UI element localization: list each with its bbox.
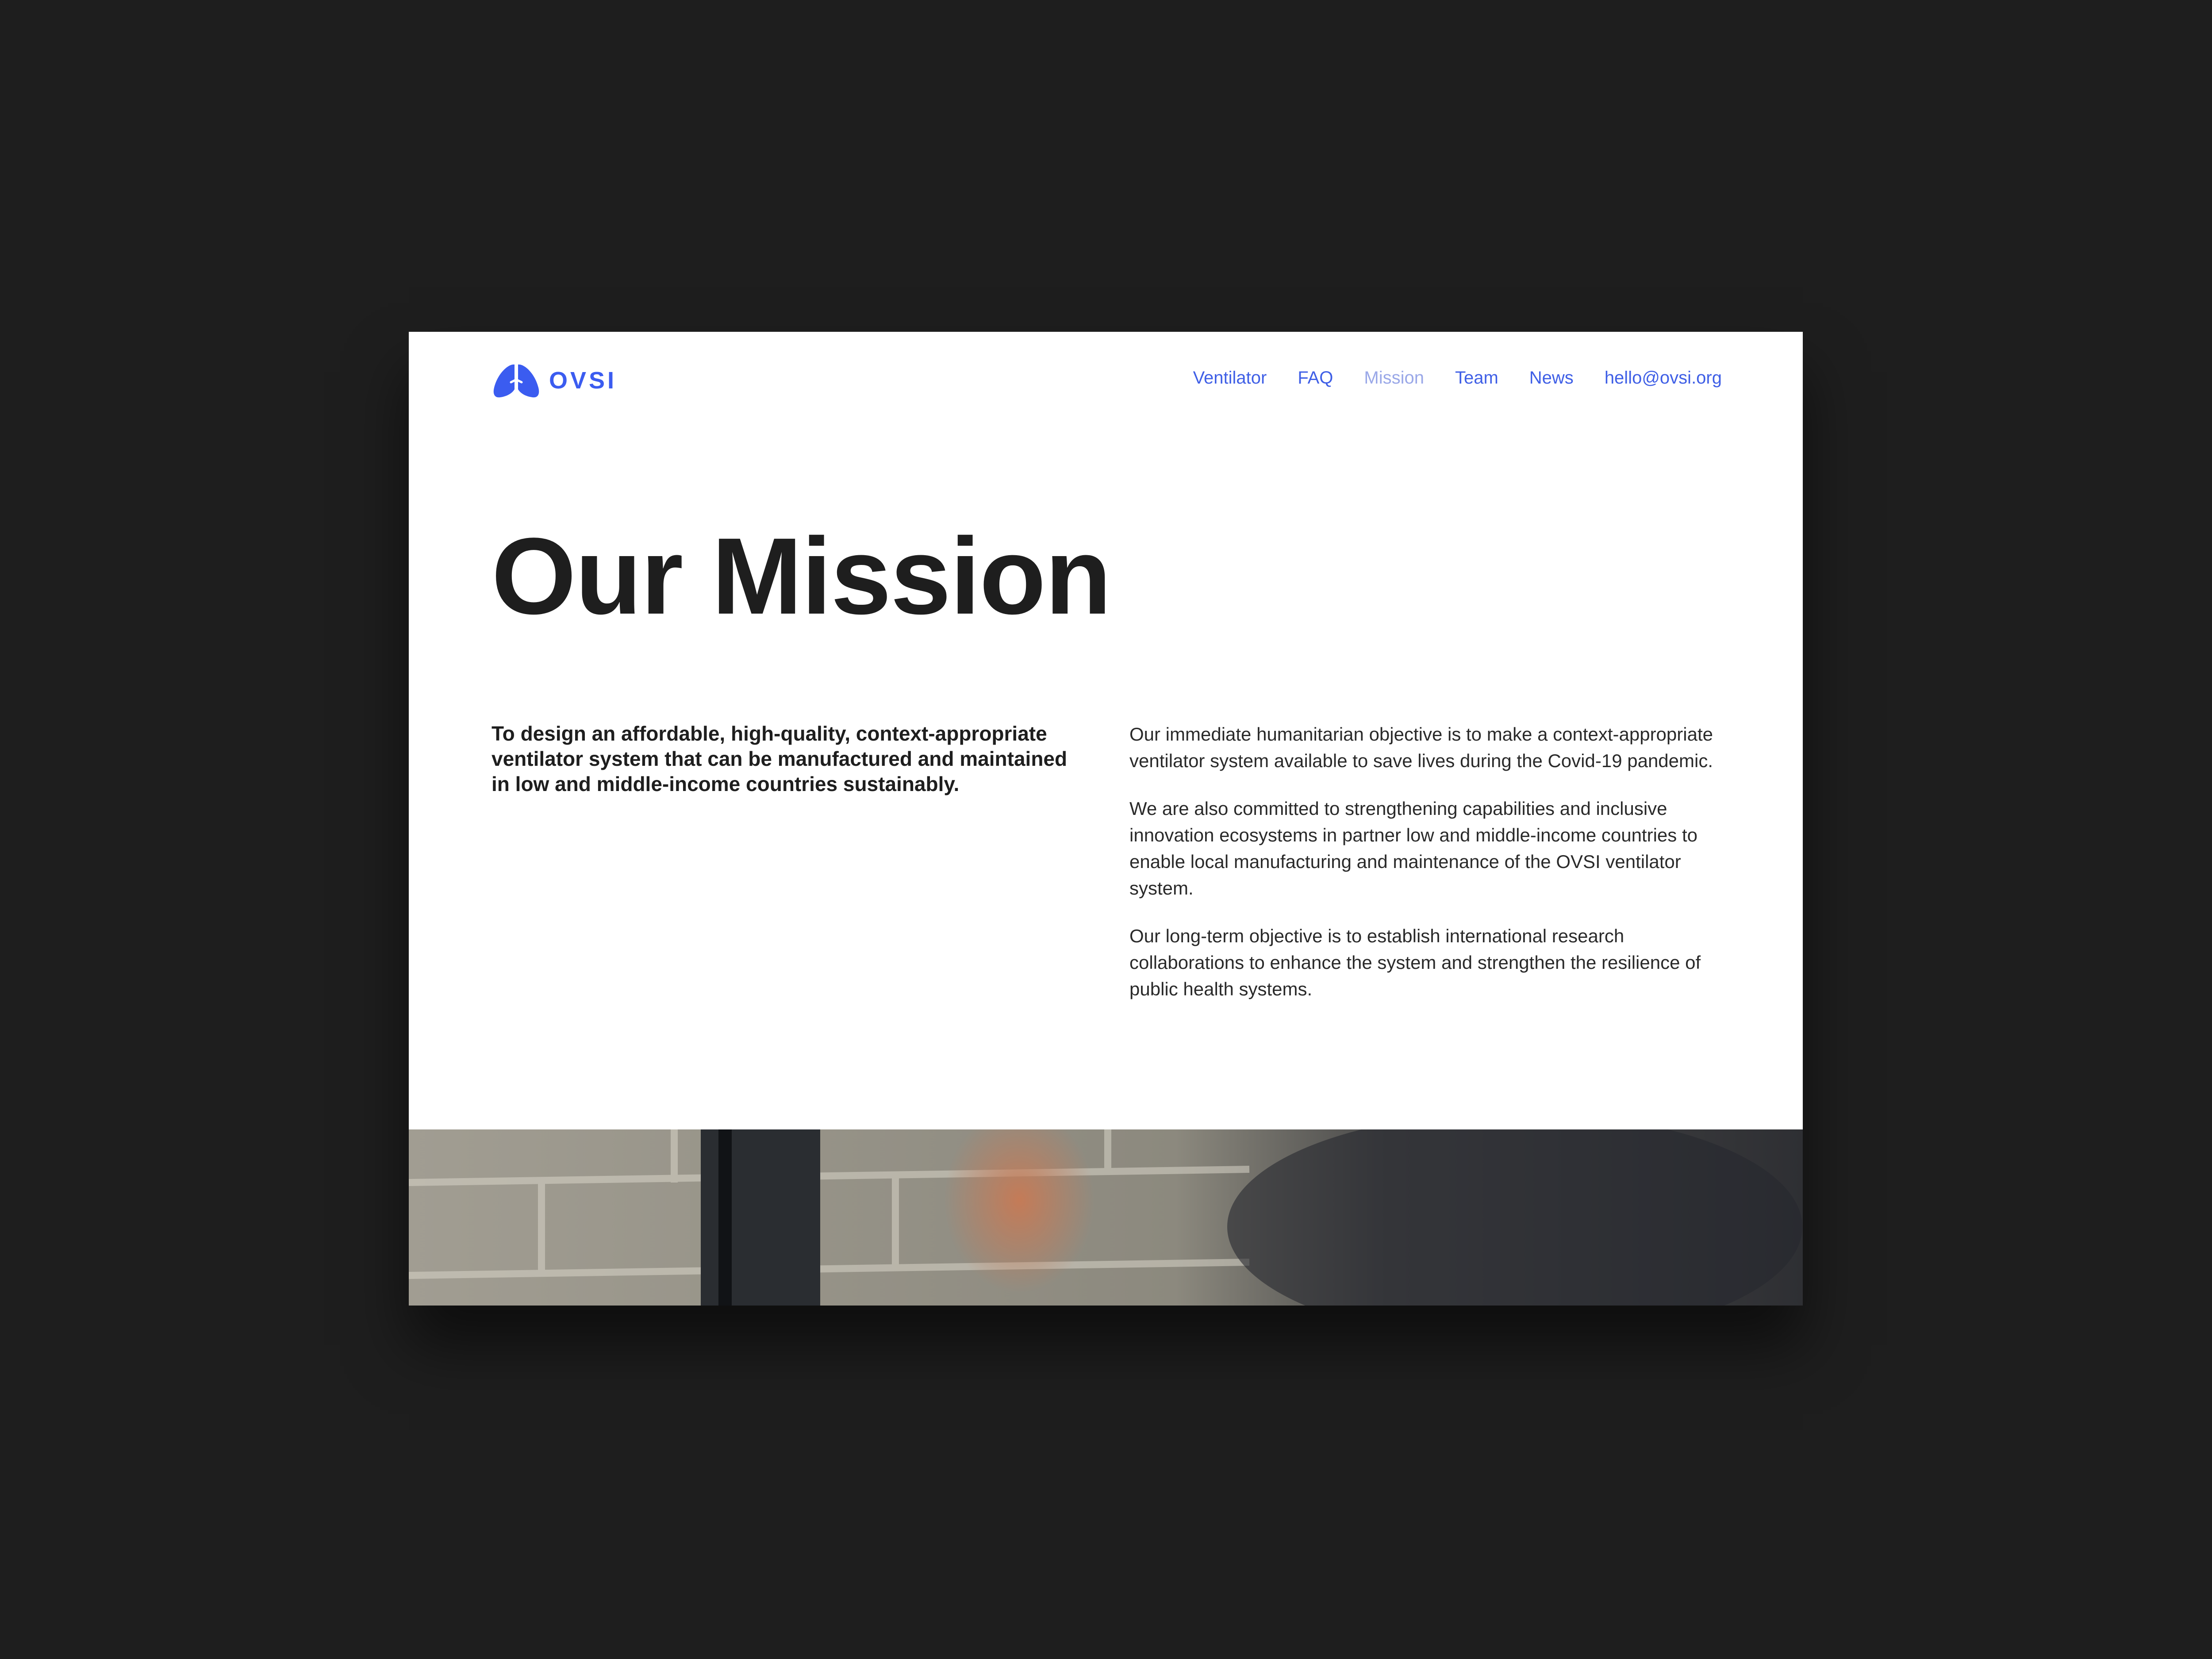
paragraph-capabilities: We are also committed to strengthening c… (1129, 798, 1697, 899)
brand-name: OVSI (549, 367, 617, 394)
nav-faq[interactable]: FAQ (1298, 367, 1333, 388)
paragraph-immediate-objective: Our immediate humanitarian objective is … (1129, 724, 1713, 771)
lungs-icon (493, 362, 539, 398)
nav-ventilator[interactable]: Ventilator (1193, 367, 1267, 388)
nav-team[interactable]: Team (1455, 367, 1498, 388)
nav-mission[interactable]: Mission (1364, 367, 1424, 388)
nav-news[interactable]: News (1529, 367, 1574, 388)
nav-email-link[interactable]: hello@ovsi.org (1605, 367, 1722, 388)
mission-statement: To design an affordable, high-quality, c… (492, 722, 1068, 795)
page-title: Our Mission (492, 515, 1111, 637)
ovsi-logo[interactable]: OVSI (492, 358, 617, 403)
mission-details: Our immediate humanitarian objective is … (1129, 721, 1724, 1024)
main-nav: Ventilator FAQ Mission Team News hello@o… (1162, 367, 1722, 388)
paragraph-long-term-objective: Our long-term objective is to establish … (1129, 926, 1701, 999)
hero-photo (409, 1129, 1803, 1306)
website-window: OVSI Ventilator FAQ Mission Team News he… (409, 332, 1803, 1306)
